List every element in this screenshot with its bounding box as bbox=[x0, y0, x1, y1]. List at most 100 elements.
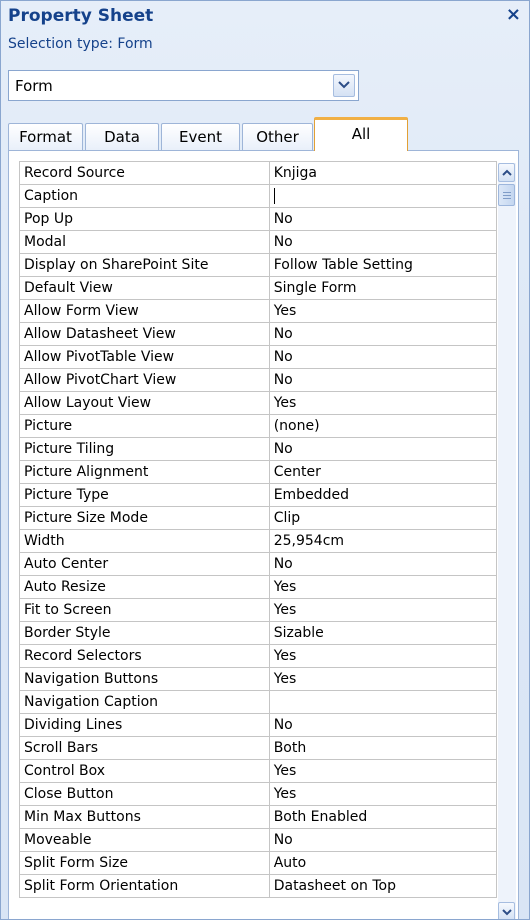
property-row[interactable]: Allow Datasheet View No bbox=[19, 322, 498, 346]
property-row[interactable]: Auto Resize Yes bbox=[19, 575, 498, 599]
property-value[interactable]: No bbox=[268, 345, 498, 369]
property-value[interactable]: 25,954cm bbox=[268, 529, 498, 553]
close-icon[interactable]: × bbox=[506, 4, 521, 25]
property-name: Scroll Bars bbox=[19, 736, 270, 760]
property-name: Picture bbox=[19, 414, 270, 438]
property-name: Split Form Orientation bbox=[19, 874, 270, 898]
property-row[interactable]: Control Box Yes bbox=[19, 759, 498, 783]
property-value[interactable]: No bbox=[268, 207, 498, 231]
chevron-down-icon[interactable] bbox=[333, 74, 355, 97]
property-name: Border Style bbox=[19, 621, 270, 645]
property-row[interactable]: Picture Tiling No bbox=[19, 437, 498, 461]
property-row[interactable]: Dividing Lines No bbox=[19, 713, 498, 737]
property-row[interactable]: Scroll Bars Both bbox=[19, 736, 498, 760]
property-row[interactable]: Display on SharePoint Site Follow Table S… bbox=[19, 253, 498, 277]
property-row[interactable]: Min Max Buttons Both Enabled bbox=[19, 805, 498, 829]
property-row[interactable]: Modal No bbox=[19, 230, 498, 254]
property-row[interactable]: Width 25,954cm bbox=[19, 529, 498, 553]
tab-other[interactable]: Other bbox=[242, 123, 313, 151]
property-name: Default View bbox=[19, 276, 270, 300]
property-row[interactable]: Picture Size Mode Clip bbox=[19, 506, 498, 530]
vertical-scrollbar[interactable] bbox=[498, 163, 516, 919]
property-value[interactable]: Both bbox=[268, 736, 498, 760]
property-value[interactable]: Center bbox=[268, 460, 498, 484]
property-name: Width bbox=[19, 529, 270, 553]
property-value[interactable]: Follow Table Setting bbox=[268, 253, 498, 277]
selection-type-label: Selection type: Form bbox=[8, 36, 153, 52]
property-row[interactable]: Record Source Knjiga bbox=[19, 161, 498, 185]
property-row[interactable]: Allow PivotTable View No bbox=[19, 345, 498, 369]
property-value[interactable]: Embedded bbox=[268, 483, 498, 507]
tab-data[interactable]: Data bbox=[85, 123, 159, 151]
pane-title: Property Sheet bbox=[8, 6, 154, 26]
property-row[interactable]: Pop Up No bbox=[19, 207, 498, 231]
property-row[interactable]: Allow Layout View Yes bbox=[19, 391, 498, 415]
property-value[interactable]: Yes bbox=[268, 598, 498, 622]
property-name: Close Button bbox=[19, 782, 270, 806]
property-name: Split Form Size bbox=[19, 851, 270, 875]
property-row[interactable]: Default View Single Form bbox=[19, 276, 498, 300]
tab-all[interactable]: All bbox=[314, 117, 408, 151]
property-row[interactable]: Record Selectors Yes bbox=[19, 644, 498, 668]
selection-combo-value: Form bbox=[15, 77, 53, 95]
property-value[interactable]: Yes bbox=[268, 299, 498, 323]
property-value[interactable]: (none) bbox=[268, 414, 498, 438]
property-value[interactable]: Yes bbox=[268, 667, 498, 691]
property-row[interactable]: Caption bbox=[19, 184, 498, 208]
property-value[interactable]: Yes bbox=[268, 575, 498, 599]
property-name: Record Selectors bbox=[19, 644, 270, 668]
property-value[interactable]: Knjiga bbox=[268, 161, 498, 185]
property-value[interactable]: Single Form bbox=[268, 276, 498, 300]
property-value[interactable]: Auto bbox=[268, 851, 498, 875]
tab-format[interactable]: Format bbox=[8, 123, 83, 151]
property-name: Control Box bbox=[19, 759, 270, 783]
property-row[interactable]: Navigation Caption bbox=[19, 690, 498, 714]
scroll-down-arrow-icon[interactable] bbox=[498, 902, 515, 919]
scroll-up-arrow-icon[interactable] bbox=[498, 163, 515, 182]
property-row[interactable]: Picture Alignment Center bbox=[19, 460, 498, 484]
property-value[interactable]: No bbox=[268, 368, 498, 392]
property-value[interactable] bbox=[268, 690, 498, 714]
property-row[interactable]: Close Button Yes bbox=[19, 782, 498, 806]
property-row[interactable]: Split Form Orientation Datasheet on Top bbox=[19, 874, 498, 898]
property-value[interactable]: Yes bbox=[268, 782, 498, 806]
property-value[interactable]: No bbox=[268, 437, 498, 461]
property-row[interactable]: Allow Form View Yes bbox=[19, 299, 498, 323]
property-table: Record Source Knjiga Caption Pop Up No Modal N… bbox=[19, 161, 498, 898]
property-value[interactable]: Clip bbox=[268, 506, 498, 530]
property-value[interactable]: Yes bbox=[268, 391, 498, 415]
property-value[interactable]: Datasheet on Top bbox=[268, 874, 498, 898]
property-value[interactable]: Both Enabled bbox=[268, 805, 498, 829]
tab-event[interactable]: Event bbox=[161, 123, 240, 151]
property-row[interactable]: Auto Center No bbox=[19, 552, 498, 576]
property-value[interactable]: Yes bbox=[268, 759, 498, 783]
property-value[interactable]: Sizable bbox=[268, 621, 498, 645]
property-name: Dividing Lines bbox=[19, 713, 270, 737]
property-row[interactable]: Border Style Sizable bbox=[19, 621, 498, 645]
property-value[interactable]: No bbox=[268, 713, 498, 737]
text-caret bbox=[273, 188, 275, 204]
property-value[interactable]: No bbox=[268, 322, 498, 346]
property-name: Picture Tiling bbox=[19, 437, 270, 461]
property-row[interactable]: Picture Type Embedded bbox=[19, 483, 498, 507]
property-value[interactable]: No bbox=[268, 230, 498, 254]
property-row[interactable]: Split Form Size Auto bbox=[19, 851, 498, 875]
property-name: Moveable bbox=[19, 828, 270, 852]
property-name: Picture Type bbox=[19, 483, 270, 507]
property-value[interactable]: Yes bbox=[268, 644, 498, 668]
property-row[interactable]: Moveable No bbox=[19, 828, 498, 852]
property-name: Allow Form View bbox=[19, 299, 270, 323]
property-row[interactable]: Navigation Buttons Yes bbox=[19, 667, 498, 691]
property-name: Min Max Buttons bbox=[19, 805, 270, 829]
property-name: Allow PivotTable View bbox=[19, 345, 270, 369]
property-value[interactable]: No bbox=[268, 552, 498, 576]
selection-combo[interactable]: Form bbox=[8, 70, 359, 101]
property-row[interactable]: Picture (none) bbox=[19, 414, 498, 438]
property-name: Modal bbox=[19, 230, 270, 254]
property-sheet-pane: Property Sheet × Selection type: Form Fo… bbox=[0, 0, 530, 920]
property-row[interactable]: Allow PivotChart View No bbox=[19, 368, 498, 392]
property-value[interactable] bbox=[268, 184, 498, 208]
property-row[interactable]: Fit to Screen Yes bbox=[19, 598, 498, 622]
property-value[interactable]: No bbox=[268, 828, 498, 852]
scroll-thumb[interactable] bbox=[498, 184, 515, 206]
